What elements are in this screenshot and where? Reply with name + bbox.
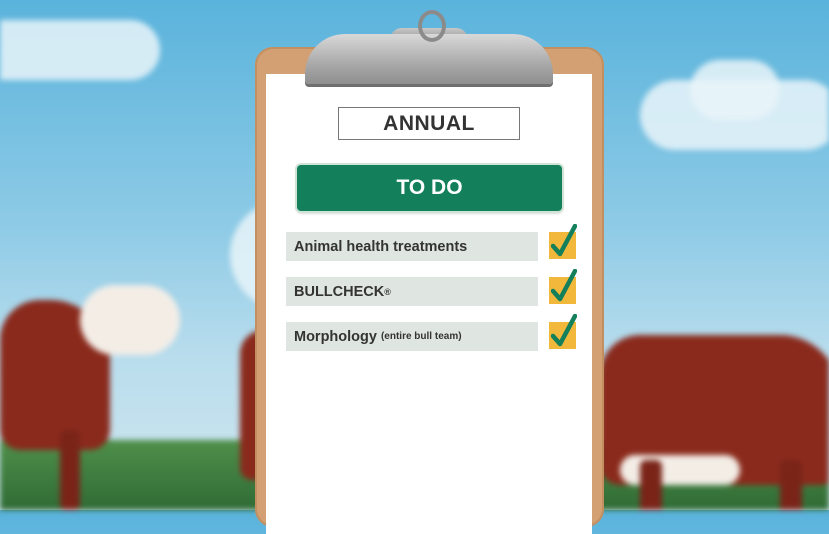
task-label: BULLCHECK — [294, 283, 385, 300]
task-note: (entire bull team) — [380, 331, 462, 342]
checkmark-icon — [551, 224, 577, 257]
annual-title: ANNUAL — [338, 107, 520, 140]
checkbox-animal-health — [549, 224, 577, 259]
registered-mark: ® — [384, 286, 391, 297]
checkmark-icon — [551, 314, 577, 347]
task-label: Animal health treatments — [294, 238, 468, 255]
task-item-morphology: Morphology (entire bull team) — [286, 322, 538, 351]
clip-ring-icon — [418, 10, 446, 42]
checkbox-morphology — [549, 314, 577, 349]
checkmark-icon — [551, 269, 577, 302]
task-item-bullcheck: BULLCHECK ® — [286, 277, 538, 306]
todo-button: TO DO — [297, 165, 562, 211]
cloud — [0, 20, 160, 80]
checkbox-bullcheck — [549, 269, 577, 304]
task-item-animal-health: Animal health treatments — [286, 232, 538, 261]
task-label: Morphology — [294, 328, 377, 345]
cloud — [690, 60, 780, 120]
